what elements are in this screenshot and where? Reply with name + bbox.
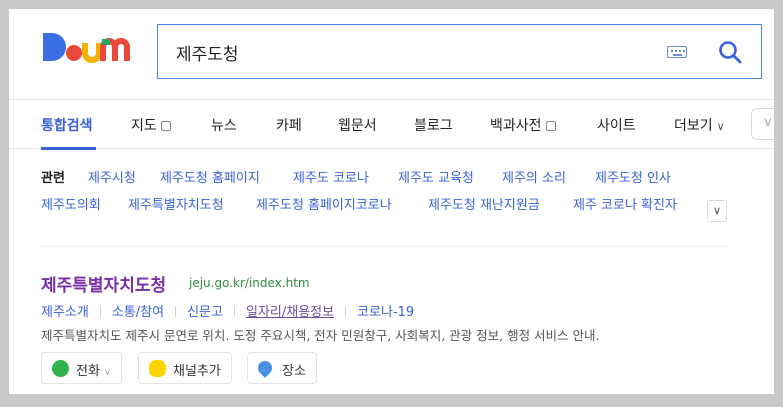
related-link[interactable]: 제주도청 홈페이지코로나 (256, 194, 392, 213)
sublink[interactable]: 소통/참여 (112, 305, 164, 320)
tab-more[interactable]: 더보기 ∨ (674, 115, 725, 135)
page-frame: 제주도청 통합검색 지도 뉴스 카페 웹문서 블로그 백과사전 사이트 더보기 ∨… (9, 9, 774, 394)
chevron-down-icon: ∨ (716, 120, 725, 133)
related-link[interactable]: 제주도청 홈페이지 (160, 167, 260, 186)
tab-integrated-search[interactable]: 통합검색 (41, 115, 93, 135)
result-url[interactable]: jeju.go.kr/index.htm (189, 276, 310, 290)
result-title-link[interactable]: 제주특별자치도청 (41, 271, 166, 296)
tab-web-docs[interactable]: 웹문서 (338, 115, 377, 135)
related-link[interactable]: 제주특별자치도청 (128, 194, 224, 213)
sublink[interactable]: 코로나-19 (357, 305, 414, 320)
checkbox-icon (160, 121, 171, 131)
daum-logo[interactable] (40, 29, 136, 69)
active-tab-indicator (41, 147, 96, 150)
separator (345, 306, 347, 317)
search-input[interactable]: 제주도청 (157, 24, 762, 79)
tab-encyclopedia[interactable]: 백과사전 (490, 115, 556, 135)
related-link[interactable]: 제주 코로나 확진자 (573, 194, 677, 213)
search-icon[interactable] (717, 39, 743, 65)
sublink[interactable]: 일자리/채용정보 (246, 305, 334, 320)
result-description: 제주특별자치도 제주시 문연로 위치. 도정 주요시책, 전자 민원창구, 사회… (41, 328, 600, 343)
map-pin-icon (255, 358, 275, 378)
related-link[interactable]: 제주도청 인사 (595, 167, 671, 186)
related-label: 관련 (41, 171, 65, 186)
search-query[interactable]: 제주도청 (176, 40, 239, 65)
add-channel-button[interactable]: 채널추가 (138, 352, 232, 384)
result-sublinks: 제주소개 소통/참여 신문고 일자리/채용정보 코로나-19 (41, 301, 414, 320)
related-link[interactable]: 제주도청 재난지원금 (428, 194, 540, 213)
chat-icon (149, 360, 166, 377)
search-tabs: 통합검색 지도 뉴스 카페 웹문서 블로그 백과사전 사이트 더보기 ∨ v (9, 99, 774, 150)
nav-overflow-box[interactable]: v (751, 108, 774, 140)
section-divider (41, 246, 727, 247)
related-link[interactable]: 제주도 코로나 (293, 167, 369, 186)
tab-cafe[interactable]: 카페 (276, 115, 302, 135)
call-button[interactable]: 전화 ∨ (41, 352, 123, 384)
sublink[interactable]: 신문고 (187, 305, 223, 320)
related-expand-button[interactable]: ∨ (707, 200, 727, 222)
keyboard-icon[interactable] (667, 46, 687, 58)
place-button[interactable]: 장소 (247, 352, 317, 384)
sublink[interactable]: 제주소개 (41, 305, 89, 320)
related-link[interactable]: 제주도의회 (41, 194, 101, 213)
related-link[interactable]: 제주시청 (88, 167, 136, 186)
tab-news[interactable]: 뉴스 (211, 115, 237, 135)
chevron-down-icon: ∨ (103, 367, 112, 378)
separator (175, 306, 177, 317)
tab-blog[interactable]: 블로그 (414, 115, 453, 135)
separator (99, 306, 101, 317)
phone-icon (52, 360, 69, 377)
chevron-down-icon: ∨ (712, 204, 722, 217)
checkbox-icon (545, 121, 556, 131)
separator (233, 306, 235, 317)
tab-map[interactable]: 지도 (131, 115, 171, 135)
related-link[interactable]: 제주도 교육청 (398, 167, 474, 186)
related-link[interactable]: 제주의 소리 (502, 167, 566, 186)
tab-sites[interactable]: 사이트 (597, 115, 636, 135)
